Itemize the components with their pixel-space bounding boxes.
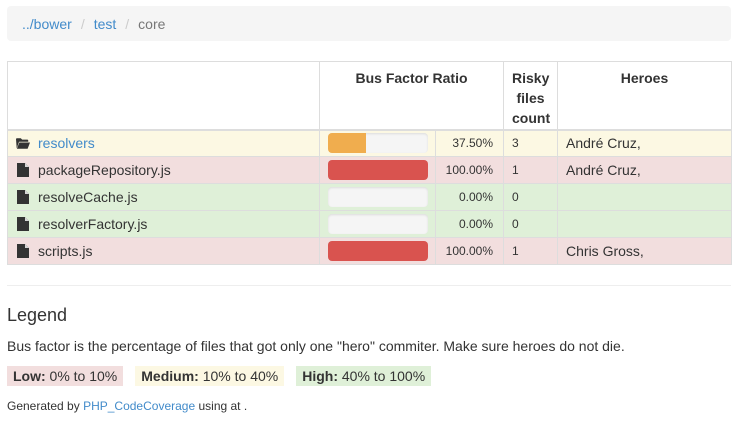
header-risky-line-2: files (516, 90, 545, 106)
footer-prefix: Generated by (7, 399, 84, 413)
legend-low-label: Low: (13, 368, 46, 384)
row-file-name: resolveCache.js (38, 189, 138, 205)
row-heroes (557, 183, 733, 211)
legend-medium: Medium: 10% to 40% (135, 366, 285, 386)
row-ratio-bar-cell (319, 237, 436, 265)
file-icon (16, 217, 30, 231)
row-heroes (557, 210, 733, 238)
table-row: resolverFactory.js 0.00% 0 (7, 210, 733, 238)
row-file-name: scripts.js (38, 243, 93, 259)
row-name-cell: scripts.js (7, 237, 320, 265)
breadcrumb: ../bower / test / core (7, 6, 731, 41)
ratio-progress (328, 187, 428, 207)
row-name-cell: packageRepository.js (7, 156, 320, 184)
header-bus-factor-ratio: Bus Factor Ratio (318, 61, 505, 131)
row-ratio-percent: 100.00% (434, 237, 505, 265)
ratio-progress (328, 214, 428, 234)
row-file-name: packageRepository.js (38, 162, 171, 178)
file-icon (16, 244, 30, 258)
row-ratio-percent: 37.50% (434, 129, 505, 157)
footer-link-php-codecoverage[interactable]: PHP_CodeCoverage (83, 399, 195, 413)
row-file-name: resolverFactory.js (38, 216, 148, 232)
legend-high-range: 40% to 100% (337, 368, 426, 384)
row-name-cell: resolvers (7, 129, 320, 157)
row-ratio-percent: 0.00% (434, 183, 505, 211)
row-ratio-percent: 0.00% (434, 210, 505, 238)
row-name-cell: resolverFactory.js (7, 210, 320, 238)
breadcrumb-separator: / (125, 15, 130, 32)
row-risky-count: 1 (503, 237, 559, 265)
row-ratio-bar-cell (319, 129, 436, 157)
header-risky-files-count: Risky files count (503, 61, 559, 131)
header-risky-line-1: Risky (512, 70, 550, 86)
ratio-progress (328, 133, 428, 154)
bus-factor-table: Bus Factor Ratio Risky files count Heroe… (7, 61, 733, 265)
row-risky-count: 3 (503, 129, 559, 157)
table-row: packageRepository.js 100.00% 1 André Cruz, (7, 156, 733, 184)
row-heroes: André Cruz, (557, 129, 733, 157)
breadcrumb-link-bower[interactable]: ../bower (22, 16, 72, 32)
ratio-progress-fill (328, 160, 428, 180)
folder-open-icon (16, 136, 30, 150)
legend-description: Bus factor is the percentage of files th… (7, 338, 625, 354)
header-name (7, 61, 320, 131)
row-ratio-bar-cell (319, 210, 436, 238)
legend-medium-range: 10% to 40% (198, 368, 279, 384)
legend-high-label: High: (302, 368, 338, 384)
legend-title: Legend (7, 305, 68, 325)
legend-high: High: 40% to 100% (296, 366, 432, 386)
divider (7, 285, 731, 286)
header-heroes: Heroes (557, 61, 733, 131)
row-ratio-bar-cell (319, 183, 436, 211)
header-risky-line-3: count (512, 110, 551, 126)
row-risky-count: 1 (503, 156, 559, 184)
row-heroes: André Cruz, (557, 156, 733, 184)
row-ratio-bar-cell (319, 156, 436, 184)
row-heroes: Chris Gross, (557, 237, 733, 265)
row-risky-count: 0 (503, 210, 559, 238)
legend-keys: Low: 0% to 10% Medium: 10% to 40% High: … (7, 366, 432, 386)
footer: Generated by PHP_CodeCoverage using at . (7, 399, 247, 413)
ratio-progress-fill (328, 133, 366, 154)
file-icon (16, 163, 30, 177)
table-row: scripts.js 100.00% 1 Chris Gross, (7, 237, 733, 265)
legend-medium-label: Medium: (141, 368, 199, 384)
row-folder-link[interactable]: resolvers (38, 135, 95, 151)
table-header-row: Bus Factor Ratio Risky files count Heroe… (7, 61, 733, 131)
row-risky-count: 0 (503, 183, 559, 211)
legend-low-range: 0% to 10% (45, 368, 118, 384)
file-icon (16, 190, 30, 204)
ratio-progress (328, 241, 428, 261)
ratio-progress (328, 160, 428, 180)
footer-suffix: using at . (195, 399, 248, 413)
row-name-cell: resolveCache.js (7, 183, 320, 211)
breadcrumb-link-test[interactable]: test (94, 16, 117, 32)
ratio-progress-fill (328, 241, 428, 261)
row-ratio-percent: 100.00% (434, 156, 505, 184)
legend-low: Low: 0% to 10% (7, 366, 124, 386)
breadcrumb-current: core (138, 15, 166, 32)
table-row: resolvers 37.50% 3 André Cruz, (7, 129, 733, 157)
table-row: resolveCache.js 0.00% 0 (7, 183, 733, 211)
breadcrumb-separator: / (80, 15, 85, 32)
